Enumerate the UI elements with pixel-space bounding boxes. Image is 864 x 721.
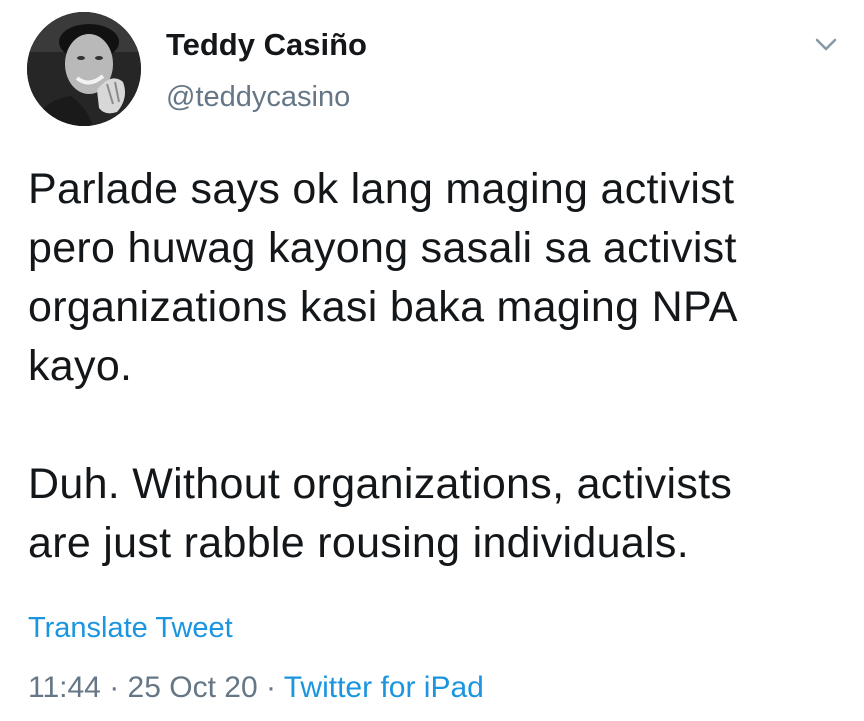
avatar[interactable] xyxy=(27,12,141,126)
tweet-source-link[interactable]: Twitter for iPad xyxy=(284,671,484,704)
tweet-date[interactable]: 25 Oct 20 xyxy=(128,671,258,704)
tweet-time[interactable]: 11:44 xyxy=(28,671,101,704)
chevron-down-icon[interactable] xyxy=(808,26,844,62)
author-display-name[interactable]: Teddy Casiño xyxy=(166,27,367,63)
meta-separator: · xyxy=(109,671,120,704)
tweet-text: Parlade says ok lang maging activist per… xyxy=(28,160,848,573)
author-handle[interactable]: @teddycasino xyxy=(166,80,350,114)
tweet-metadata: 11:44 · 25 Oct 20 · Twitter for iPad xyxy=(28,670,484,706)
meta-separator: · xyxy=(265,671,276,704)
profile-photo xyxy=(27,12,141,126)
tweet-paragraph: Parlade says ok lang maging activist per… xyxy=(28,165,738,390)
tweet-paragraph: Duh. Without organizations, activists ar… xyxy=(28,460,733,567)
translate-tweet-link[interactable]: Translate Tweet xyxy=(28,611,233,645)
